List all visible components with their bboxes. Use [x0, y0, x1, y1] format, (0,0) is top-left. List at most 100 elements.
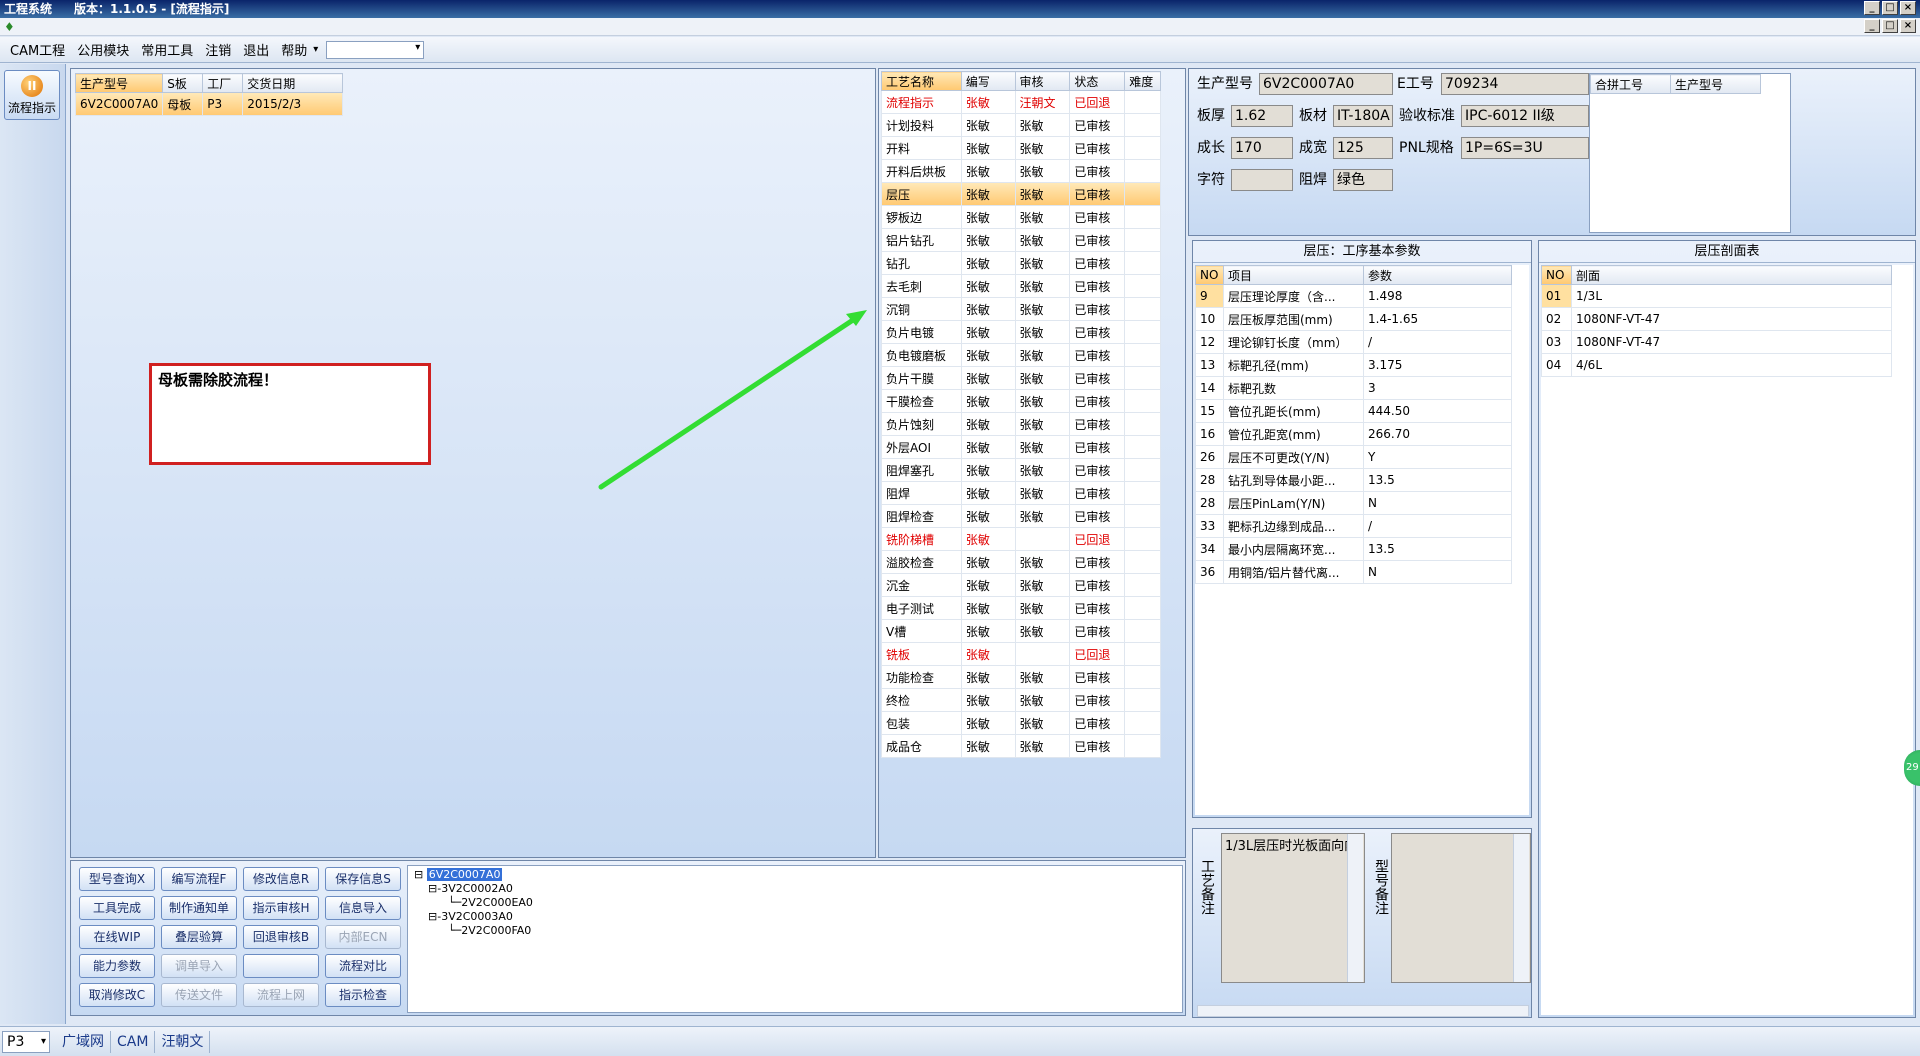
- tree-collapse-icon[interactable]: ⊟: [428, 910, 437, 923]
- table-row[interactable]: 成品仓 张敏 张敏 已审核: [881, 734, 1161, 758]
- action-button[interactable]: 流程上网: [243, 983, 319, 1007]
- table-row[interactable]: 计划投料 张敏 张敏 已审核: [881, 113, 1161, 137]
- remarks-horizontal-scrollbar[interactable]: [1197, 1005, 1529, 1017]
- col-reviewer[interactable]: 审核: [1014, 71, 1071, 91]
- length-field[interactable]: 170: [1231, 137, 1293, 159]
- tree-root[interactable]: ⊟ 6V2C0007A0: [414, 868, 533, 882]
- table-row[interactable]: 04 4/6L: [1541, 353, 1892, 377]
- table-row[interactable]: 16 管位孔距宽(mm) 266.70: [1195, 422, 1512, 446]
- col-level[interactable]: 难度: [1124, 71, 1161, 91]
- menu-exit[interactable]: 退出: [237, 40, 275, 59]
- col-status[interactable]: 状态: [1069, 71, 1126, 91]
- action-button[interactable]: [243, 954, 319, 978]
- action-button[interactable]: 保存信息S: [325, 867, 401, 891]
- action-button[interactable]: 叠层验算: [161, 925, 237, 949]
- table-row[interactable]: 层压 张敏 张敏 已审核: [881, 182, 1161, 206]
- menu-cam[interactable]: CAM工程: [4, 40, 71, 59]
- table-row[interactable]: 负片干膜 张敏 张敏 已审核: [881, 366, 1161, 390]
- table-row[interactable]: 15 管位孔距长(mm) 444.50: [1195, 399, 1512, 423]
- action-button[interactable]: 取消修改C: [79, 983, 155, 1007]
- action-button[interactable]: 能力参数: [79, 954, 155, 978]
- menu-help[interactable]: 帮助: [275, 40, 313, 59]
- tree-node-label[interactable]: 3V2C0002A0: [441, 882, 513, 895]
- table-row[interactable]: 02 1080NF-VT-47: [1541, 307, 1892, 331]
- table-row[interactable]: 14 标靶孔数 3: [1195, 376, 1512, 400]
- action-button[interactable]: 内部ECN: [325, 925, 401, 949]
- mask-field[interactable]: 绿色: [1333, 169, 1393, 191]
- table-row[interactable]: 流程指示 张敏 汪朝文 已回退: [881, 90, 1161, 114]
- action-button[interactable]: 流程对比: [325, 954, 401, 978]
- table-row[interactable]: 阻焊 张敏 张敏 已审核: [881, 481, 1161, 505]
- table-row[interactable]: 33 靶标孔边缘到成品... /: [1195, 514, 1512, 538]
- col-model[interactable]: 生产型号: [74, 73, 164, 93]
- col-stack-no[interactable]: NO: [1541, 265, 1572, 285]
- table-row[interactable]: 开料 张敏 张敏 已审核: [881, 136, 1161, 160]
- table-row[interactable]: 干膜检查 张敏 张敏 已审核: [881, 389, 1161, 413]
- table-row[interactable]: 28 钻孔到导体最小距... 13.5: [1195, 468, 1512, 492]
- model-field[interactable]: 6V2C0007A0: [1259, 73, 1393, 95]
- tree-collapse-icon[interactable]: ⊟: [428, 882, 437, 895]
- action-button[interactable]: 信息导入: [325, 896, 401, 920]
- width-field[interactable]: 125: [1333, 137, 1393, 159]
- action-button[interactable]: 编写流程F: [161, 867, 237, 891]
- col-merge-eno[interactable]: 合拼工号: [1590, 74, 1671, 94]
- menu-combo[interactable]: [326, 40, 425, 59]
- flow-indicator-button[interactable]: II 流程指示: [4, 70, 60, 120]
- menu-common-tools[interactable]: 常用工具: [135, 40, 199, 59]
- table-row[interactable]: 溢胶检查 张敏 张敏 已审核: [881, 550, 1161, 574]
- close-button[interactable]: ×: [1900, 1, 1916, 15]
- action-button[interactable]: 回退审核B: [243, 925, 319, 949]
- table-row[interactable]: 03 1080NF-VT-47: [1541, 330, 1892, 354]
- table-row[interactable]: 终检 张敏 张敏 已审核: [881, 688, 1161, 712]
- table-row[interactable]: 开料后烘板 张敏 张敏 已审核: [881, 159, 1161, 183]
- char-field[interactable]: [1231, 169, 1293, 191]
- table-row[interactable]: 电子测试 张敏 张敏 已审核: [881, 596, 1161, 620]
- col-merge-model[interactable]: 生产型号: [1670, 74, 1761, 94]
- table-row[interactable]: 28 层压PinLam(Y/N) N: [1195, 491, 1512, 515]
- table-row[interactable]: V槽 张敏 张敏 已审核: [881, 619, 1161, 643]
- table-row[interactable]: 负片电镀 张敏 张敏 已审核: [881, 320, 1161, 344]
- model-remark-scrollbar[interactable]: [1513, 834, 1529, 982]
- table-row[interactable]: 铣板 张敏 已回退: [881, 642, 1161, 666]
- table-row[interactable]: 包装 张敏 张敏 已审核: [881, 711, 1161, 735]
- table-row[interactable]: 沉铜 张敏 张敏 已审核: [881, 297, 1161, 321]
- table-row[interactable]: 26 层压不可更改(Y/N) Y: [1195, 445, 1512, 469]
- col-sboard[interactable]: S板: [162, 73, 204, 93]
- action-button[interactable]: 在线WIP: [79, 925, 155, 949]
- table-row[interactable]: 外层AOI 张敏 张敏 已审核: [881, 435, 1161, 459]
- action-button[interactable]: 指示审核H: [243, 896, 319, 920]
- action-button[interactable]: 指示检查: [325, 983, 401, 1007]
- col-item[interactable]: 项目: [1223, 265, 1364, 285]
- table-row[interactable]: 阻焊塞孔 张敏 张敏 已审核: [881, 458, 1161, 482]
- table-row[interactable]: 10 层压板厚范围(mm) 1.4-1.65: [1195, 307, 1512, 331]
- maximize-button[interactable]: □: [1882, 1, 1898, 15]
- table-row[interactable]: 铝片钻孔 张敏 张敏 已审核: [881, 228, 1161, 252]
- action-button[interactable]: 调单导入: [161, 954, 237, 978]
- table-row[interactable]: 锣板边 张敏 张敏 已审核: [881, 205, 1161, 229]
- child-close-button[interactable]: ×: [1900, 19, 1916, 33]
- table-row[interactable]: 36 用铜箔/铝片替代离... N: [1195, 560, 1512, 584]
- tree-collapse-icon[interactable]: ⊟: [414, 868, 423, 881]
- tree-node-label[interactable]: 3V2C0003A0: [441, 910, 513, 923]
- table-row[interactable]: 钻孔 张敏 张敏 已审核: [881, 251, 1161, 275]
- tree-node[interactable]: ⊟-3V2C0003A0: [414, 910, 533, 924]
- col-section[interactable]: 剖面: [1571, 265, 1892, 285]
- action-button[interactable]: 传送文件: [161, 983, 237, 1007]
- process-remark-field[interactable]: 1/3L层压时光板面向内: [1221, 833, 1365, 983]
- pnl-field[interactable]: 1P=6S=3U: [1461, 137, 1589, 159]
- table-row[interactable]: 01 1/3L: [1541, 284, 1892, 308]
- eno-field[interactable]: 709234: [1441, 73, 1589, 95]
- table-row[interactable]: 9 层压理论厚度（含... 1.498: [1195, 284, 1512, 308]
- tree-leaf[interactable]: └─2V2C000EA0: [414, 896, 533, 910]
- material-field[interactable]: IT-180A: [1333, 105, 1393, 127]
- factory-combo[interactable]: P3: [2, 1030, 50, 1053]
- col-writer[interactable]: 编写: [960, 71, 1016, 91]
- standard-field[interactable]: IPC-6012 II级: [1461, 105, 1589, 127]
- table-row[interactable]: 12 理论铆钉长度（mm） /: [1195, 330, 1512, 354]
- action-button[interactable]: 工具完成: [79, 896, 155, 920]
- col-process-name[interactable]: 工艺名称: [881, 71, 962, 91]
- tree-leaf-label[interactable]: 2V2C000FA0: [461, 924, 531, 937]
- action-button[interactable]: 修改信息R: [243, 867, 319, 891]
- child-restore-button[interactable]: □: [1882, 19, 1898, 33]
- table-row[interactable]: 34 最小内层隔离环宽... 13.5: [1195, 537, 1512, 561]
